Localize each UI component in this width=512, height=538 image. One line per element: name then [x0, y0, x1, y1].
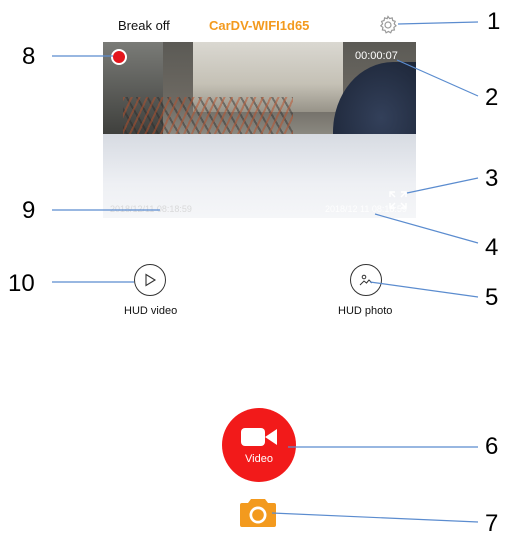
callout-8: 8 [22, 43, 36, 70]
callout-4: 4 [485, 234, 499, 261]
callout-6: 6 [485, 433, 499, 460]
callout-10: 10 [8, 270, 35, 297]
callout-5: 5 [485, 284, 499, 311]
callout-2: 2 [485, 84, 499, 111]
callout-1: 1 [487, 8, 501, 35]
callout-lines [52, 21, 479, 523]
callout-9: 9 [22, 197, 36, 224]
callout-3: 3 [485, 165, 499, 192]
callout-7: 7 [485, 510, 499, 537]
